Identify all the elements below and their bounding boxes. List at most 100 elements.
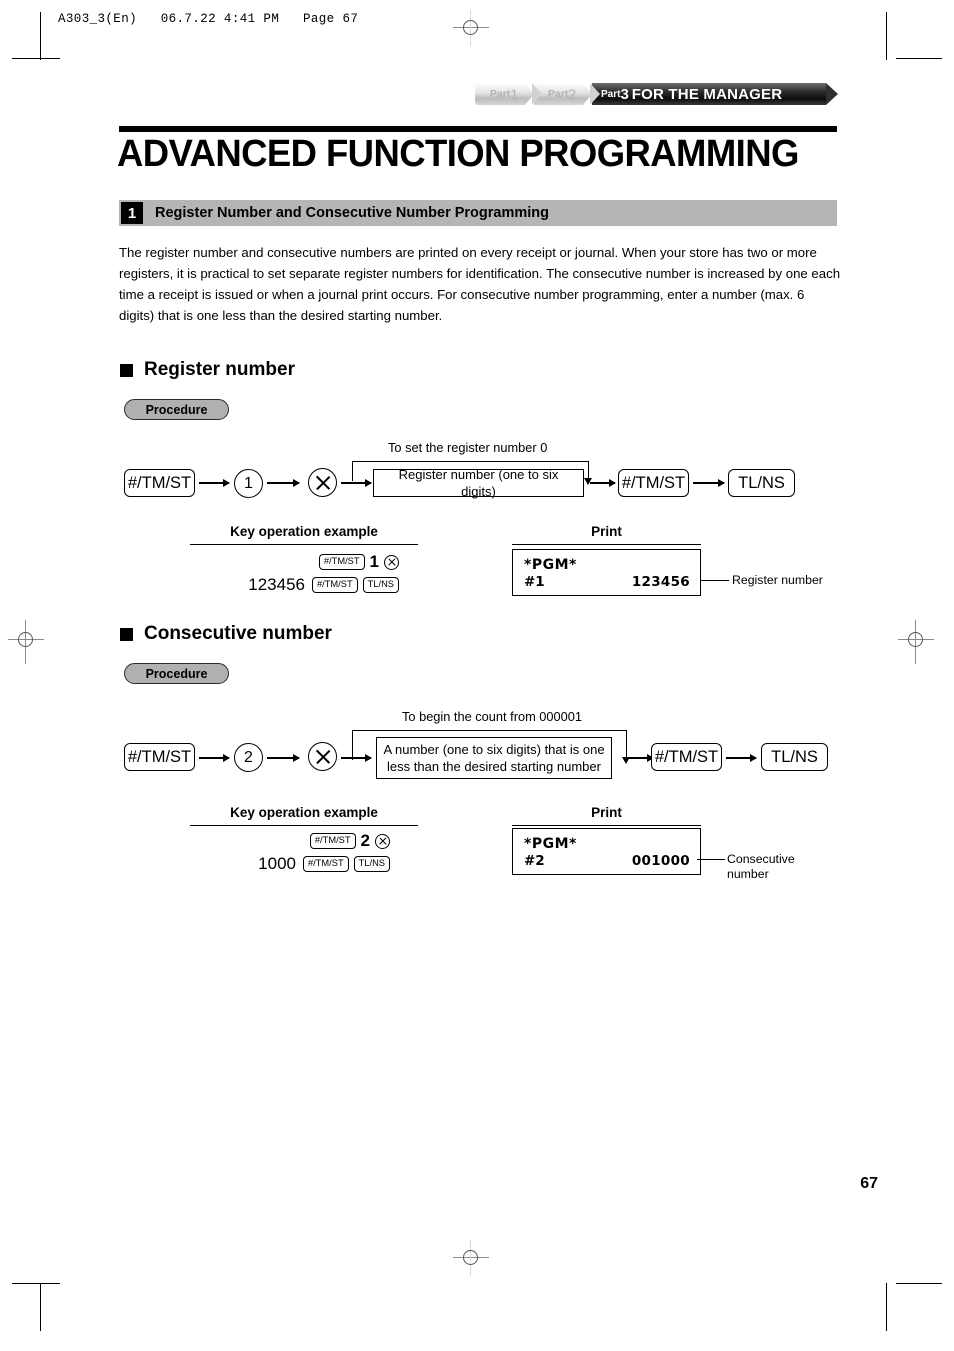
registration-mark-right bbox=[898, 620, 934, 664]
crop-mark-bottom-right-vertical bbox=[886, 1283, 887, 1331]
example-heading-register: Key operation example bbox=[230, 524, 378, 539]
flow-mode-digit-2: 2 bbox=[234, 743, 263, 772]
print-field-label-consecutive: #2 bbox=[524, 853, 545, 869]
annotation-leader-register bbox=[701, 580, 729, 582]
registration-mark-left bbox=[8, 620, 44, 664]
print-rule-register bbox=[512, 544, 701, 546]
part-banner-part3-active: Part 3 FOR THE MANAGER bbox=[591, 83, 826, 105]
flow-arrow-2 bbox=[267, 757, 299, 759]
key-digit-2: 2 bbox=[360, 831, 370, 850]
key-operation-example-consecutive: #/TM/ST 2 1000 #/TM/ST TL/NS bbox=[190, 831, 390, 874]
flow-entry-box-consecutive: A number (one to six digits) that is one… bbox=[376, 737, 612, 779]
key-operation-row-2: 123456 #/TM/ST TL/NS bbox=[248, 575, 399, 595]
bypass-line-top bbox=[352, 730, 627, 732]
subheading-consecutive-number-label: Consecutive number bbox=[144, 623, 332, 644]
flow-entry-box-register: Register number (one to six digits) bbox=[373, 467, 584, 499]
example-rule-consecutive bbox=[190, 825, 418, 827]
document-page: A303_3(En) 06.7.22 4:41 PM Page 67 Part 1… bbox=[0, 0, 954, 1351]
page-title: ADVANCED FUNCTION PROGRAMMING bbox=[117, 133, 799, 175]
multiply-icon bbox=[308, 468, 337, 497]
bypass-label-register: To set the register number 0 bbox=[388, 440, 548, 455]
example-rule-register bbox=[190, 544, 418, 546]
section-header: 1 Register Number and Consecutive Number… bbox=[119, 200, 837, 226]
flow-key-tmst-1: #/TM/ST bbox=[124, 469, 195, 497]
part-banner-title: FOR THE MANAGER bbox=[631, 85, 783, 103]
smallkey-tmst-2: #/TM/ST bbox=[312, 577, 358, 593]
bullet-square-icon bbox=[120, 363, 133, 377]
key-operation-row-1: #/TM/ST 2 bbox=[309, 831, 390, 851]
print-field-value-consecutive: 001000 bbox=[631, 853, 690, 869]
entered-value-register: 123456 bbox=[248, 575, 305, 594]
flow-key-tmst-1: #/TM/ST bbox=[124, 743, 195, 771]
smallkey-tmst-1: #/TM/ST bbox=[309, 833, 356, 849]
annotation-leader-consecutive bbox=[697, 859, 725, 861]
flow-key-tlns: TL/NS bbox=[761, 743, 828, 771]
key-operation-example-register: #/TM/ST 1 123456 #/TM/ST TL/NS bbox=[190, 552, 399, 595]
crop-mark-top-left-horizontal bbox=[12, 58, 60, 59]
print-pgm-label-consecutive: *PGM* bbox=[524, 836, 577, 852]
intro-paragraph: The register number and consecutive numb… bbox=[119, 245, 841, 323]
smallkey-tmst-1: #/TM/ST bbox=[318, 554, 365, 570]
title-rule bbox=[119, 126, 837, 132]
part3-number: 3 bbox=[620, 85, 629, 103]
procedure-badge-register: Procedure bbox=[124, 399, 229, 420]
print-field-value-register: 123456 bbox=[631, 574, 690, 590]
flow-key-tmst-2: #/TM/ST bbox=[618, 469, 689, 497]
flow-arrow-1 bbox=[199, 482, 229, 484]
flow-mode-digit-1: 1 bbox=[234, 469, 263, 498]
flow-arrow-5 bbox=[693, 482, 724, 484]
crop-mark-top-left-vertical bbox=[40, 12, 41, 60]
part2-number: 2 bbox=[568, 86, 577, 102]
part-banner: Part 1 Part 2 Part 3 FOR THE MANAGER bbox=[475, 83, 838, 105]
print-heading-register: Print bbox=[591, 524, 622, 539]
multiply-icon bbox=[308, 742, 337, 771]
print-row-consecutive: #2 001000 bbox=[524, 853, 690, 870]
flow-arrow-5 bbox=[726, 757, 756, 759]
multiply-icon bbox=[375, 833, 390, 849]
registration-mark-bottom bbox=[453, 1240, 489, 1276]
part-banner-end-chevron-icon bbox=[826, 83, 838, 105]
bullet-square-icon bbox=[120, 627, 133, 641]
print-header-text: A303_3(En) 06.7.22 4:41 PM Page 67 bbox=[58, 12, 359, 26]
smallkey-tlns: TL/NS bbox=[353, 856, 390, 872]
crop-mark-bottom-left-vertical bbox=[40, 1283, 41, 1331]
flow-arrow-2 bbox=[267, 482, 299, 484]
page-number: 67 bbox=[860, 1175, 878, 1192]
registration-mark-top bbox=[453, 10, 489, 46]
bypass-line-top bbox=[352, 461, 589, 463]
section-title: Register Number and Consecutive Number P… bbox=[155, 205, 549, 221]
flow-arrow-4 bbox=[628, 757, 653, 759]
bypass-line-left bbox=[352, 461, 354, 481]
key-digit-1: 1 bbox=[369, 552, 379, 571]
part1-label: Part bbox=[489, 88, 511, 100]
example-heading-consecutive: Key operation example bbox=[230, 805, 378, 820]
flow-key-tmst-2: #/TM/ST bbox=[651, 743, 722, 771]
key-operation-row-2: 1000 #/TM/ST TL/NS bbox=[258, 854, 390, 874]
print-row-register: #1 123456 bbox=[524, 574, 690, 591]
smallkey-tmst-2: #/TM/ST bbox=[303, 856, 349, 872]
part1-number: 1 bbox=[510, 86, 519, 102]
multiply-icon bbox=[384, 554, 399, 570]
print-heading-consecutive: Print bbox=[591, 805, 622, 820]
subheading-register-number-label: Register number bbox=[144, 359, 295, 380]
flow-arrow-4 bbox=[590, 482, 615, 484]
bypass-line-left bbox=[352, 730, 354, 760]
bypass-line-right bbox=[626, 730, 628, 759]
crop-mark-bottom-right-horizontal bbox=[896, 1283, 942, 1284]
flow-key-tlns: TL/NS bbox=[728, 469, 795, 497]
procedure-badge-consecutive: Procedure bbox=[124, 663, 229, 684]
annotation-consecutive-number: Consecutive number bbox=[727, 852, 795, 882]
print-sample-consecutive: *PGM* #2 001000 bbox=[512, 828, 701, 875]
part2-label: Part bbox=[547, 88, 569, 100]
flow-arrow-3 bbox=[341, 482, 371, 484]
annotation-line-1: Consecutive bbox=[727, 852, 795, 866]
section-number-badge: 1 bbox=[121, 202, 143, 224]
crop-mark-top-right-horizontal bbox=[896, 58, 942, 59]
crop-mark-bottom-left-horizontal bbox=[12, 1283, 60, 1284]
key-operation-row-1: #/TM/ST 1 bbox=[318, 552, 399, 572]
print-sample-register: *PGM* #1 123456 bbox=[512, 549, 701, 596]
entered-value-consecutive: 1000 bbox=[258, 854, 296, 873]
smallkey-tlns: TL/NS bbox=[362, 577, 399, 593]
flow-arrow-3 bbox=[341, 757, 371, 759]
print-field-label-register: #1 bbox=[524, 574, 545, 590]
